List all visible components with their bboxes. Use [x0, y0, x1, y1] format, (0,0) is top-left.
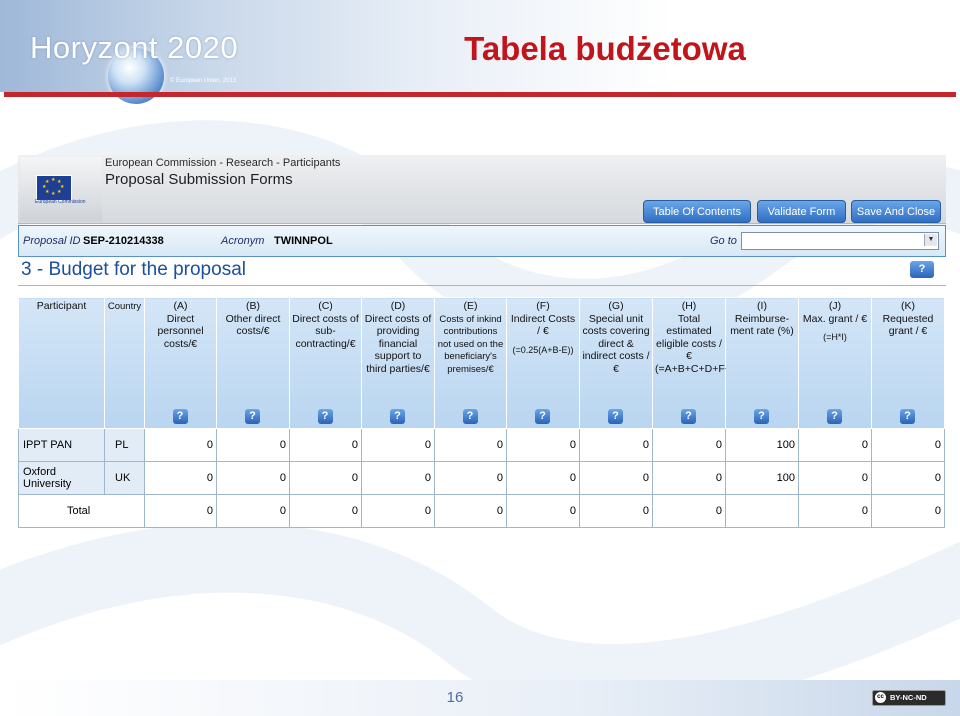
help-icon[interactable]: ? — [910, 261, 934, 278]
total-value-cell — [725, 494, 799, 528]
budget-value-cell[interactable]: 0 — [434, 461, 507, 495]
goto-label: Go to — [710, 235, 737, 247]
budget-column-header: (I) Reimburse-ment rate (%)? — [725, 297, 799, 429]
question-icon[interactable]: ? — [535, 409, 550, 424]
portal-breadcrumb: European Commission - Research - Partici… — [105, 157, 341, 169]
save-and-close-button[interactable]: Save And Close — [851, 200, 941, 223]
slide-header: Horyzont 2020 © European Union, 2013 Tab… — [0, 0, 960, 104]
participant-cell: Oxford University — [18, 461, 105, 495]
budget-value-cell[interactable]: 0 — [289, 428, 362, 462]
question-icon[interactable]: ? — [608, 409, 623, 424]
budget-value-cell[interactable]: 0 — [361, 428, 435, 462]
budget-value-cell[interactable]: 0 — [652, 428, 726, 462]
participant-cell: IPPT PAN — [18, 428, 105, 462]
question-icon[interactable]: ? — [900, 409, 915, 424]
section-title: 3 - Budget for the proposal — [21, 259, 246, 280]
country-header: Country — [104, 297, 145, 429]
budget-value-cell[interactable]: 0 — [579, 428, 653, 462]
budget-value-cell[interactable]: 0 — [144, 428, 217, 462]
budget-value-cell[interactable]: 100 — [725, 428, 799, 462]
total-value-cell: 0 — [652, 494, 726, 528]
proposal-id-label: Proposal ID — [23, 235, 81, 247]
table-of-contents-button[interactable]: Table Of Contents — [643, 200, 751, 223]
budget-value-cell[interactable]: 0 — [579, 461, 653, 495]
budget-value-cell[interactable]: 0 — [361, 461, 435, 495]
total-value-cell: 0 — [798, 494, 872, 528]
table-row: Oxford University UK 0 0 0 0 0 0 0 0 100 0 0 — [18, 461, 945, 495]
logo-copyright: © European Union, 2013 — [170, 78, 237, 84]
page-title: Tabela budżetowa — [464, 30, 746, 67]
budget-value-cell[interactable]: 0 — [434, 428, 507, 462]
budget-column-header: (F) Indirect Costs / € (=0.25(A+B-E))? — [506, 297, 580, 429]
goto-select[interactable]: ▼ — [741, 232, 939, 250]
ec-logo: ★ ★ ★ ★ ★ ★ ★ ★ European Commission — [20, 157, 102, 221]
question-icon[interactable]: ? — [754, 409, 769, 424]
proposal-info-bar: Proposal ID SEP-210214338 Acronym TWINNP… — [18, 225, 946, 257]
portal-app-title: Proposal Submission Forms — [105, 171, 293, 188]
total-value-cell: 0 — [506, 494, 580, 528]
budget-value-cell[interactable]: 100 — [725, 461, 799, 495]
total-value-cell: 0 — [216, 494, 290, 528]
budget-value-cell[interactable]: 0 — [798, 428, 872, 462]
cc-icon: cc — [875, 692, 886, 703]
proposal-id-value: SEP-210214338 — [83, 235, 164, 247]
budget-column-header: (B) Other direct costs/€? — [216, 297, 290, 429]
acronym-label: Acronym — [221, 235, 265, 247]
budget-value-cell[interactable]: 0 — [289, 461, 362, 495]
question-icon[interactable]: ? — [172, 409, 188, 424]
question-icon[interactable]: ? — [462, 409, 478, 424]
question-icon[interactable]: ? — [245, 409, 260, 424]
slide-footer: 16 cc BY-NC-ND — [0, 680, 960, 716]
budget-column-header: (G) Special unit costs covering direct & … — [579, 297, 653, 429]
budget-column-header: (J) Max. grant / € (=H*I)? — [798, 297, 872, 429]
budget-value-cell[interactable]: 0 — [144, 461, 217, 495]
total-value-cell: 0 — [871, 494, 945, 528]
country-cell: UK — [104, 461, 145, 495]
budget-column-header: (D) Direct costs of providing financial s… — [361, 297, 435, 429]
total-value-cell: 0 — [289, 494, 362, 528]
participant-header: Participant — [18, 297, 105, 429]
budget-header-row: Participant Country (A) Direct personnel … — [18, 297, 945, 429]
question-icon[interactable]: ? — [317, 409, 333, 424]
budget-value-cell[interactable]: 0 — [871, 428, 945, 462]
budget-column-header: (C) Direct costs of sub-contracting/€? — [289, 297, 362, 429]
cc-license-badge: cc BY-NC-ND — [872, 690, 946, 706]
total-value-cell: 0 — [361, 494, 435, 528]
validate-form-button[interactable]: Validate Form — [757, 200, 846, 223]
total-row: Total 0 0 0 0 0 0 0 0 0 0 — [18, 494, 945, 528]
budget-value-cell[interactable]: 0 — [216, 428, 290, 462]
budget-value-cell[interactable]: 0 — [216, 461, 290, 495]
table-row: IPPT PAN PL 0 0 0 0 0 0 0 0 100 0 0 — [18, 428, 945, 462]
question-icon[interactable]: ? — [681, 409, 696, 424]
header-rule — [4, 92, 956, 97]
budget-value-cell[interactable]: 0 — [871, 461, 945, 495]
section-rule — [18, 285, 946, 286]
budget-value-cell[interactable]: 0 — [652, 461, 726, 495]
acronym-value: TWINNPOL — [274, 235, 333, 247]
budget-column-header: (E) Costs of inkind contributions not use… — [434, 297, 507, 429]
total-value-cell: 0 — [434, 494, 507, 528]
question-icon[interactable]: ? — [827, 409, 842, 424]
budget-value-cell[interactable]: 0 — [506, 428, 580, 462]
total-label: Total — [18, 494, 145, 528]
question-icon[interactable]: ? — [390, 409, 405, 424]
budget-column-header: (H) Total estimated eligible costs / € (=… — [652, 297, 743, 429]
country-cell: PL — [104, 428, 145, 462]
total-value-cell: 0 — [579, 494, 653, 528]
budget-column-header: (A) Direct personnel costs/€? — [144, 297, 217, 429]
budget-value-cell[interactable]: 0 — [506, 461, 580, 495]
dropdown-arrow-icon[interactable]: ▼ — [924, 234, 937, 246]
page-number: 16 — [446, 689, 464, 706]
eu-flag-icon: ★ ★ ★ ★ ★ ★ ★ ★ — [36, 175, 72, 201]
total-value-cell: 0 — [144, 494, 217, 528]
ec-logo-text: European Commission — [35, 199, 86, 205]
budget-value-cell[interactable]: 0 — [798, 461, 872, 495]
portal-screenshot: ★ ★ ★ ★ ★ ★ ★ ★ European Commission European… — [18, 155, 946, 535]
portal-header: ★ ★ ★ ★ ★ ★ ★ ★ European Commission European… — [18, 155, 946, 224]
budget-table: Participant Country (A) Direct personnel … — [18, 297, 945, 528]
budget-column-header: (K) Requested grant / €? — [871, 297, 945, 429]
license-text: BY-NC-ND — [890, 693, 927, 702]
